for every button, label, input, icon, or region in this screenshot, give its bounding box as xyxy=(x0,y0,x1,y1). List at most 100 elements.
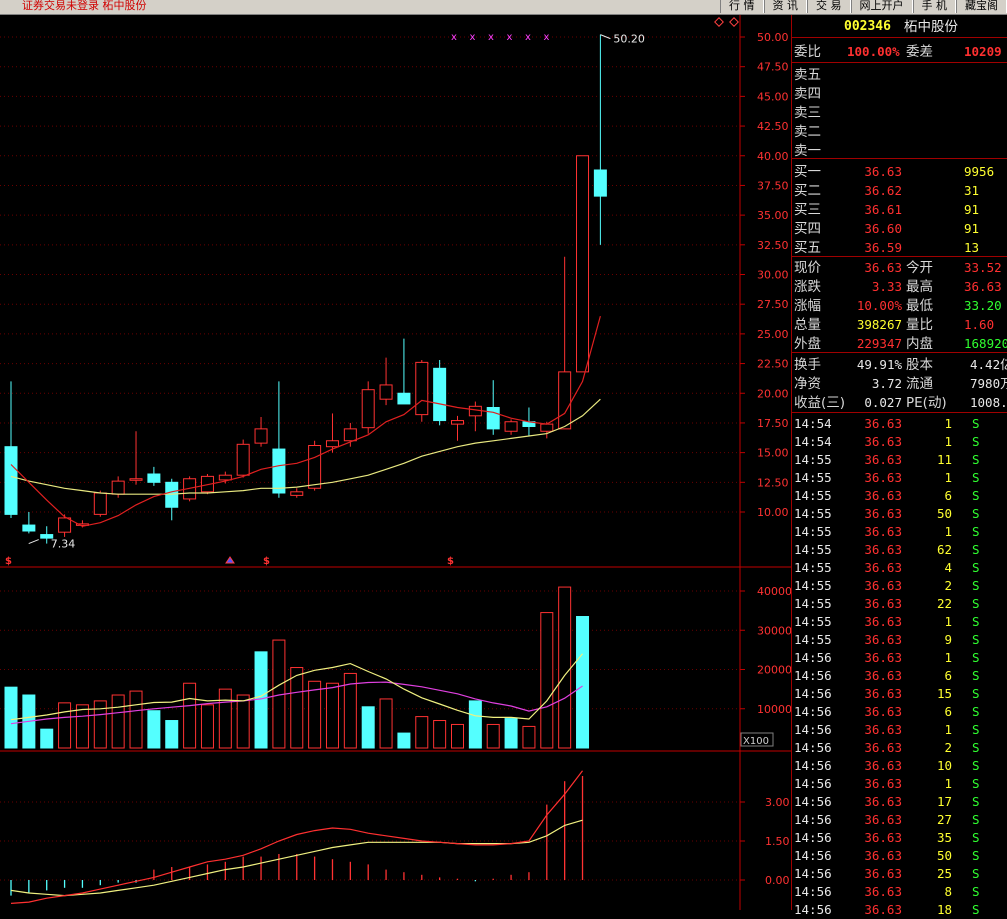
buy-volume: 91 xyxy=(964,221,980,236)
quote-label: 内盘 xyxy=(906,336,933,352)
fund-label: 流通 xyxy=(906,376,933,392)
tick-time: 14:55 xyxy=(794,524,832,539)
tick-price: 36.63 xyxy=(864,686,902,701)
stock-code: 002346 xyxy=(844,19,891,34)
tick-price: 36.63 xyxy=(864,866,902,881)
tick-volume: 1 xyxy=(944,416,952,431)
tick-side: S xyxy=(972,506,980,521)
candle-body xyxy=(415,361,429,416)
tick-volume: 8 xyxy=(944,884,952,899)
fund-value: 3.72 xyxy=(871,376,902,391)
price-tick-label: 40.00 xyxy=(757,150,789,163)
tick-row: 14:56 36.63 18 S xyxy=(792,901,1007,919)
quote-value: 1.60 xyxy=(964,317,995,332)
tick-time: 14:56 xyxy=(794,722,832,737)
buy-row[interactable]: 买四 36.60 91 xyxy=(792,220,1007,238)
volume-bar xyxy=(4,686,18,749)
tick-row: 14:56 36.63 25 S xyxy=(792,865,1007,883)
sell-row[interactable]: 卖四 xyxy=(792,85,1007,103)
candle-body xyxy=(22,524,36,532)
candle xyxy=(361,381,375,434)
tick-time: 14:55 xyxy=(794,578,832,593)
price-tick-label: 37.50 xyxy=(757,179,789,192)
diamond-icon xyxy=(714,17,724,27)
tab-jiaoyi[interactable]: 交 易 xyxy=(807,0,851,13)
divider xyxy=(792,256,1007,257)
candle xyxy=(4,381,18,518)
buy-row[interactable]: 买三 36.61 91 xyxy=(792,201,1007,219)
tab-cangbaoge[interactable]: 藏宝阁 xyxy=(956,0,1007,13)
tick-row: 14:55 36.63 4 S xyxy=(792,559,1007,577)
fund-value: 1008.5 xyxy=(970,395,1007,410)
quote-value: 33.20 xyxy=(964,298,1002,313)
tick-volume: 6 xyxy=(944,488,952,503)
quote-value: 36.63 xyxy=(864,260,902,275)
tick-price: 36.63 xyxy=(864,524,902,539)
candle-body xyxy=(272,448,286,494)
tick-volume: 50 xyxy=(936,848,952,863)
event-marker-icon: $ xyxy=(5,556,12,567)
tick-volume: 6 xyxy=(944,704,952,719)
sell-row[interactable]: 卖二 xyxy=(792,123,1007,141)
candle xyxy=(468,401,482,432)
tick-volume: 62 xyxy=(936,542,952,557)
tick-price: 36.63 xyxy=(864,542,902,557)
tick-time: 14:56 xyxy=(794,758,832,773)
volume-tick-label: 20000 xyxy=(757,664,791,677)
tick-price: 36.63 xyxy=(864,794,902,809)
candle xyxy=(397,338,411,405)
tab-shouji[interactable]: 手 机 xyxy=(912,0,956,13)
candle-body xyxy=(343,428,357,442)
tick-time: 14:56 xyxy=(794,830,832,845)
price-tick-label: 17.50 xyxy=(757,417,789,430)
volume-bar xyxy=(540,612,554,749)
candle xyxy=(272,381,286,498)
tick-side: S xyxy=(972,794,980,809)
tick-row: 14:55 36.63 62 S xyxy=(792,541,1007,559)
fund-label: 收益(三) xyxy=(794,395,846,411)
tick-price: 36.63 xyxy=(864,650,902,665)
fund-value: 4.42亿 xyxy=(970,357,1007,372)
tab-kaihu[interactable]: 网上开户 xyxy=(850,0,913,13)
candle-body xyxy=(540,423,554,432)
sell-row[interactable]: 卖三 xyxy=(792,104,1007,122)
candle-body xyxy=(397,392,411,405)
tick-time: 14:56 xyxy=(794,794,832,809)
candle-body xyxy=(593,169,607,197)
quote-label: 现价 xyxy=(794,260,821,276)
tick-price: 36.63 xyxy=(864,488,902,503)
tick-row: 14:55 36.63 9 S xyxy=(792,631,1007,649)
quote-row: 总量 398267 量比 1.60 xyxy=(792,316,1007,334)
sell-row[interactable]: 卖五 xyxy=(792,66,1007,84)
tick-row: 14:56 36.63 35 S xyxy=(792,829,1007,847)
tick-price: 36.63 xyxy=(864,578,902,593)
tick-row: 14:56 36.63 6 S xyxy=(792,703,1007,721)
price-tick-label: 10.00 xyxy=(757,506,789,519)
sell-label: 卖二 xyxy=(794,124,821,140)
tick-time: 14:55 xyxy=(794,632,832,647)
buy-row[interactable]: 买一 36.63 9956 xyxy=(792,163,1007,181)
volume-bar xyxy=(451,723,464,749)
tick-row: 14:54 36.63 1 S xyxy=(792,415,1007,433)
price-tick-label: 12.50 xyxy=(757,476,789,489)
fund-row: 收益(三) 0.027 PE(动) 1008.5 xyxy=(792,394,1007,412)
weibi-value: 100.00% xyxy=(847,44,900,59)
tab-zixun[interactable]: 资 讯 xyxy=(763,0,807,13)
buy-row[interactable]: 买五 36.59 13 xyxy=(792,239,1007,257)
tick-side: S xyxy=(972,632,980,647)
kline-chart[interactable]: 50.00 47.50 45.00 42.50 40.00 37.50 35.00 32.50… xyxy=(0,15,791,910)
volume-unit-label: X100 xyxy=(743,736,769,747)
tick-row: 14:56 36.63 17 S xyxy=(792,793,1007,811)
tick-side: S xyxy=(972,830,980,845)
volume-bar xyxy=(218,688,232,749)
tab-hangqing[interactable]: 行 情 xyxy=(720,0,764,13)
tick-price: 36.63 xyxy=(864,740,902,755)
buy-row[interactable]: 买二 36.62 31 xyxy=(792,182,1007,200)
tick-time: 14:56 xyxy=(794,650,832,665)
macd-dif-line xyxy=(10,770,583,904)
price-tick-label: 35.00 xyxy=(757,209,789,222)
tick-time: 14:56 xyxy=(794,668,832,683)
quote-value: 36.63 xyxy=(964,279,1002,294)
tick-price: 36.63 xyxy=(864,470,902,485)
volume-bar xyxy=(576,616,590,749)
